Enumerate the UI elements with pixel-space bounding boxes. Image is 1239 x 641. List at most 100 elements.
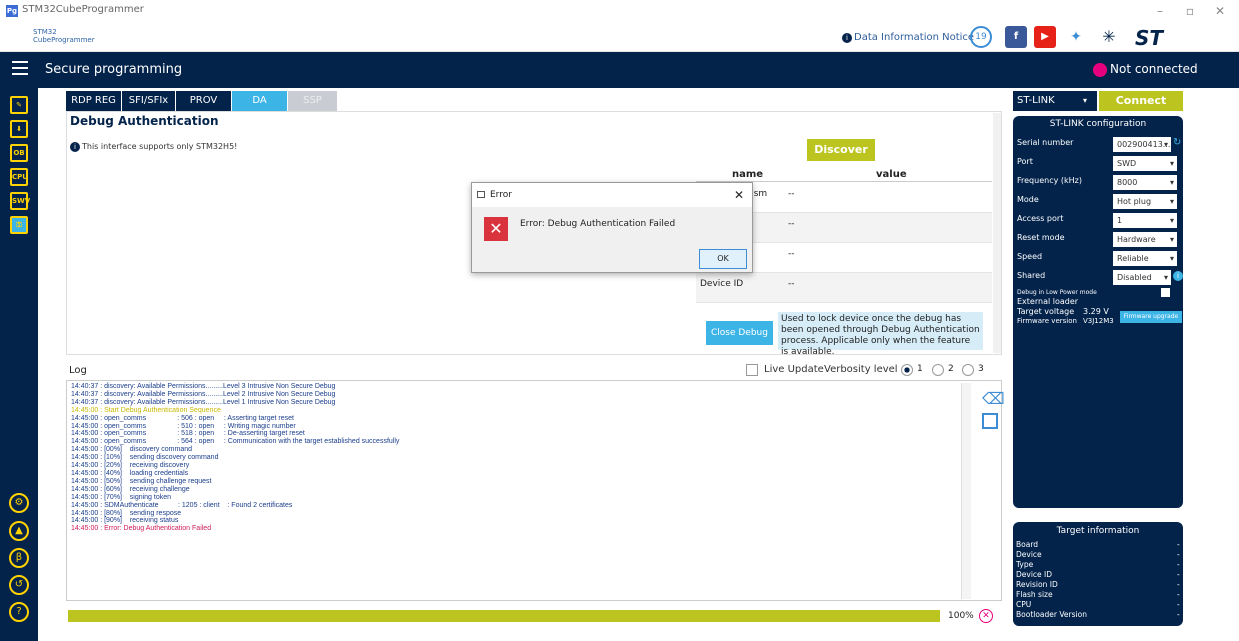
frequency-select[interactable]: 8000 — [1113, 175, 1177, 190]
facebook-icon[interactable]: f — [1005, 26, 1027, 48]
app-icon: Pg — [6, 5, 18, 17]
restore-icon[interactable]: ▫ — [1175, 2, 1205, 20]
connect-button[interactable]: Connect — [1099, 91, 1183, 111]
info-icon: i — [70, 142, 80, 152]
target-voltage-value: 3.29 V — [1083, 307, 1109, 316]
target-info-title: Target information — [1056, 526, 1140, 536]
live-update-label: Live Update — [764, 364, 824, 375]
tab-prov[interactable]: PROV — [176, 91, 232, 111]
log-line: 14:45:00 : [60%] receiving challenge — [71, 485, 190, 493]
log-line: 14:45:00 : [90%] receiving status — [71, 517, 179, 525]
target-info-label: Device — [1016, 550, 1042, 559]
data-notice-link[interactable]: i Data Information Notice — [842, 32, 974, 43]
target-info-label: Type — [1016, 560, 1034, 569]
close-window-icon[interactable]: ✕ — [1205, 2, 1235, 20]
target-info-value: - — [1177, 600, 1180, 609]
verbosity-radio-1[interactable] — [901, 364, 913, 376]
access-port-label: Access port — [1017, 214, 1064, 223]
youtube-icon[interactable]: ▶ — [1034, 26, 1056, 48]
app-logo: STM32 CubeProgrammer — [33, 28, 95, 44]
twitter-icon[interactable]: ✦ — [1065, 26, 1087, 48]
log-line: 14:40:37 : discovery: Available Permissi… — [71, 383, 336, 390]
top-bar: STM32 CubeProgrammer i Data Information No… — [0, 22, 1239, 52]
header-bar: Secure programming Not connected — [0, 52, 1239, 88]
menu-icon[interactable] — [12, 61, 28, 63]
refresh-icon[interactable]: ↻ — [1173, 137, 1181, 152]
clear-log-icon[interactable]: ⌫ — [982, 389, 1005, 408]
log-line: 14:40:37 : discovery: Available Permissi… — [71, 390, 336, 398]
reset-mode-select[interactable]: Hardware reset — [1113, 232, 1177, 259]
log-scrollbar[interactable] — [961, 383, 971, 599]
mcu-icon[interactable]: ▲ — [9, 521, 29, 541]
serial-label: Serial number — [1017, 138, 1074, 147]
table-header: name value — [696, 166, 992, 182]
st-logo-icon: ST — [1135, 26, 1164, 50]
help-icon[interactable]: ? — [9, 602, 29, 622]
minimize-icon[interactable]: – — [1145, 2, 1175, 20]
beta-icon[interactable]: β — [9, 548, 29, 568]
info-message: i This interface supports only STM32H5! — [70, 142, 237, 152]
dialog-message: Error: Debug Authentication Failed — [520, 219, 676, 229]
connection-status: Not connected — [1110, 62, 1198, 76]
log-line: 14:45:00 : Error: Debug Authentication F… — [71, 525, 212, 533]
plugin-icon[interactable]: ⚙ — [9, 493, 29, 513]
target-info-value: - — [1177, 590, 1180, 599]
port-label: Port — [1017, 157, 1033, 166]
error-dialog: Error ✕ ✕ Error: Debug Authentication Fai… — [471, 182, 753, 273]
network-icon[interactable]: ✳ — [1098, 26, 1120, 48]
log-icon[interactable]: ↺ — [9, 575, 29, 595]
serial-select[interactable]: 002900413... — [1113, 137, 1171, 152]
live-update-checkbox[interactable] — [746, 364, 758, 376]
connection-status-dot — [1093, 63, 1107, 77]
cancel-icon[interactable]: ✕ — [979, 609, 993, 623]
mode-select[interactable]: Hot plug — [1113, 194, 1177, 209]
target-info-label: Board — [1016, 540, 1039, 549]
firmware-upgrade-button[interactable]: Firmware upgrade — [1120, 311, 1182, 323]
access-port-select[interactable]: 1 — [1113, 213, 1177, 228]
speed-select[interactable]: Reliable — [1113, 251, 1177, 266]
interface-select[interactable]: ST-LINK ▾ — [1013, 91, 1097, 111]
log-line: 14:40:37 : discovery: Available Permissi… — [71, 398, 336, 406]
ok-button[interactable]: OK — [699, 249, 747, 269]
config-title: ST-LINK configuration — [1049, 119, 1147, 129]
target-info-label: Device ID — [1016, 570, 1053, 579]
verbosity-radio-3[interactable] — [962, 364, 974, 376]
target-info-value: - — [1177, 540, 1180, 549]
target-info-label: Flash size — [1016, 590, 1053, 599]
log-console[interactable]: 14:40:37 : discovery: Available Permissi… — [66, 380, 1005, 601]
anniversary-badge-icon[interactable]: 19 — [970, 26, 992, 48]
panel-scrollbar[interactable] — [993, 113, 1001, 353]
cpu-icon[interactable]: CPU — [10, 168, 28, 186]
info-icon: i — [842, 33, 852, 43]
dialog-close-icon[interactable]: ✕ — [734, 183, 744, 207]
log-line: 14:45:00 : [80%] sending respose — [71, 509, 182, 517]
table-row[interactable]: Device ID -- — [696, 273, 992, 303]
port-select[interactable]: SWD — [1113, 156, 1177, 171]
swv-icon[interactable]: SWV — [10, 192, 30, 210]
tab-sfi[interactable]: SFI/SFIx — [122, 91, 176, 111]
info-icon[interactable]: i — [1173, 271, 1183, 281]
download-icon[interactable]: ⬇ — [10, 120, 28, 138]
tab-ssp[interactable]: SSP — [288, 91, 338, 111]
erase-memory-icon[interactable]: ✎ — [10, 96, 28, 114]
left-rail: ✎ ⬇ OB CPU SWV ⚿ ⚙ ▲ β ↺ ? — [0, 88, 38, 641]
log-line: 14:45:00 : open_comms : 510 : open : Wri… — [71, 422, 296, 430]
save-log-icon[interactable] — [982, 413, 998, 429]
target-information-panel: Target information Board - Device - Type - Dev… — [1013, 522, 1183, 626]
progress-label: 100% — [948, 611, 974, 621]
shared-select[interactable]: Disabled — [1113, 270, 1171, 285]
verbosity-2-label: 2 — [948, 364, 954, 374]
verbosity-radio-2[interactable] — [932, 364, 944, 376]
close-debug-button[interactable]: Close Debug — [706, 321, 773, 345]
option-bytes-icon[interactable]: OB — [10, 144, 28, 162]
mode-label: Mode — [1017, 195, 1039, 204]
log-line: 14:45:00 : [00%] discovery command — [71, 446, 193, 454]
discover-button[interactable]: Discover — [807, 139, 875, 161]
tab-da[interactable]: DA — [232, 91, 288, 111]
log-title: Log — [69, 365, 87, 376]
secure-programming-icon[interactable]: ⚿ — [10, 216, 28, 234]
target-info-label: CPU — [1016, 600, 1032, 609]
low-power-checkbox[interactable] — [1161, 288, 1170, 297]
dialog-title: Error ✕ — [472, 183, 752, 207]
tab-rdp-reg[interactable]: RDP REG — [66, 91, 122, 111]
